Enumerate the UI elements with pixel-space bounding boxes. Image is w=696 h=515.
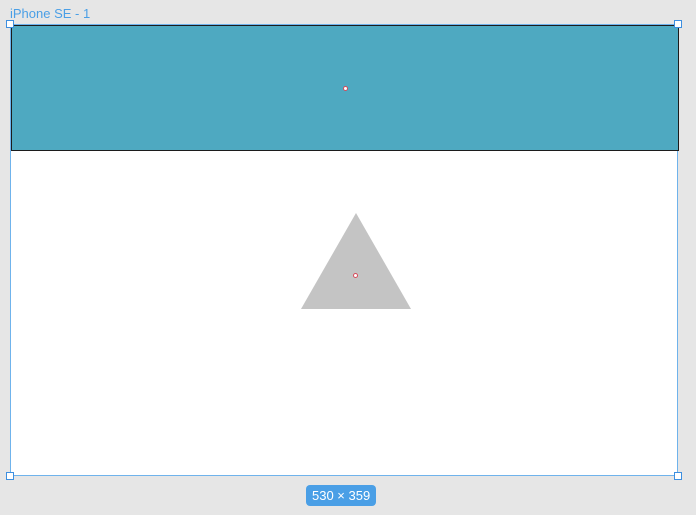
artboard-iphone-se[interactable]	[10, 24, 679, 476]
selection-handle-top-left[interactable]	[6, 20, 14, 28]
dimension-badge: 530 × 359	[306, 485, 377, 506]
center-point-icon	[353, 273, 358, 278]
selection-handle-bottom-right[interactable]	[674, 472, 682, 480]
triangle-svg	[301, 213, 411, 309]
triangle-polygon	[301, 213, 411, 309]
selection-handle-bottom-left[interactable]	[6, 472, 14, 480]
header-rectangle[interactable]	[11, 25, 679, 151]
triangle-shape[interactable]	[301, 213, 411, 309]
selection-handle-top-right[interactable]	[674, 20, 682, 28]
artboard-title[interactable]: iPhone SE - 1	[10, 6, 90, 22]
center-point-icon	[343, 86, 348, 91]
